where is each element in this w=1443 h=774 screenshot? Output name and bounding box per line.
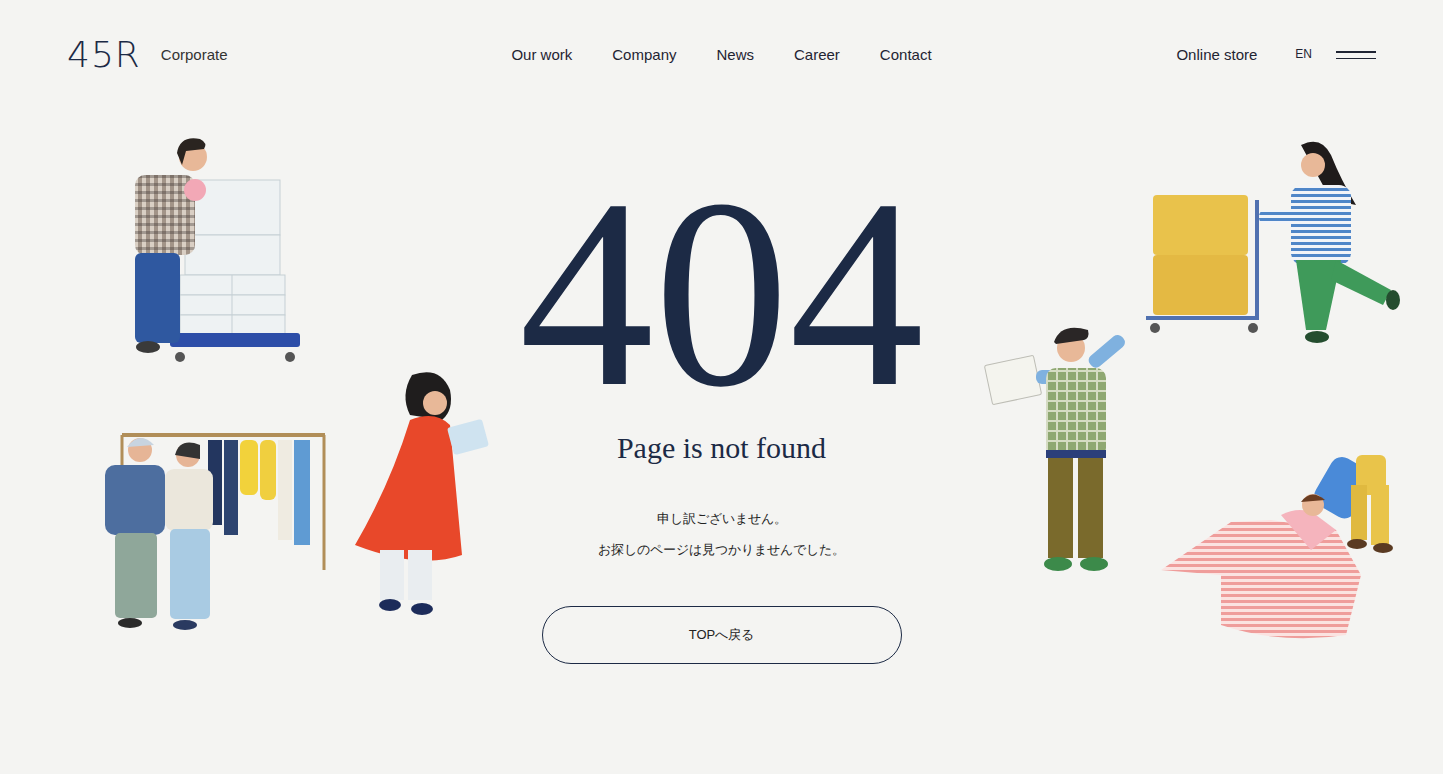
nav-link[interactable]: News bbox=[716, 45, 754, 65]
woman-pushing-cart-illustration bbox=[1141, 140, 1406, 360]
error-message: お探しのページは見つかりませんでした。 bbox=[598, 534, 845, 565]
back-to-top-button[interactable]: TOPへ戻る bbox=[542, 606, 902, 664]
menu-line bbox=[1336, 51, 1376, 53]
nav-link[interactable]: Contact bbox=[880, 45, 932, 65]
logo-text: 45R bbox=[67, 35, 141, 75]
person-folding-shirt-illustration bbox=[1161, 450, 1406, 640]
menu-icon[interactable] bbox=[1336, 48, 1376, 62]
nav-link[interactable]: Our work bbox=[511, 45, 572, 65]
man-with-paper-illustration bbox=[986, 320, 1141, 580]
error-panel: 404Page is not found 申し訳ございません。お探しのページは見つ… bbox=[492, 110, 952, 774]
menu-line bbox=[1336, 58, 1376, 60]
site-header: 45R Corporate Our work Company News Career Con… bbox=[0, 0, 1443, 110]
worker-with-boxes-illustration bbox=[130, 135, 305, 380]
not-found-page: 45R Corporate Our work Company News Career Con… bbox=[0, 0, 1443, 774]
main-nav: Our work Company News Career Contact bbox=[511, 45, 931, 65]
logo-subtitle: Corporate bbox=[161, 45, 228, 65]
error-code: 404 bbox=[519, 158, 924, 428]
brand-logo[interactable]: 45R Corporate bbox=[67, 35, 511, 75]
main-content: 404Page is not found 申し訳ございません。お探しのページは見つ… bbox=[0, 110, 1443, 774]
clothing-rack-illustration bbox=[100, 425, 330, 640]
nav-link[interactable]: Company bbox=[612, 45, 676, 65]
online-store-link[interactable]: Online store bbox=[1176, 45, 1257, 65]
right-illustrations bbox=[952, 110, 1443, 774]
error-messages: 申し訳ございません。お探しのページは見つかりませんでした。 bbox=[598, 503, 845, 565]
nav-link[interactable]: Career bbox=[794, 45, 840, 65]
language-switch[interactable]: EN bbox=[1295, 47, 1312, 63]
error-message: 申し訳ございません。 bbox=[657, 503, 787, 534]
error-title: Page is not found bbox=[617, 430, 826, 466]
header-actions: Online store EN bbox=[932, 45, 1376, 65]
left-illustrations bbox=[0, 110, 492, 774]
woman-red-coat-illustration bbox=[350, 365, 490, 620]
